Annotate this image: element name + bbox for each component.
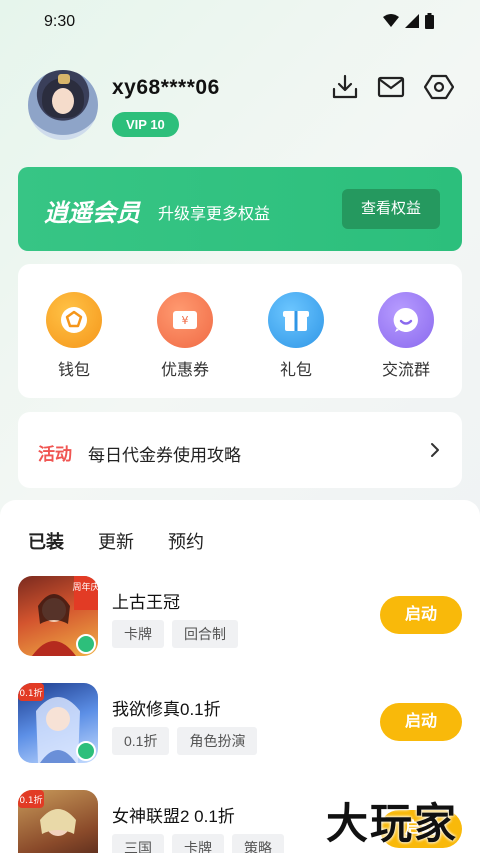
tab-updates[interactable]: 更新 (98, 528, 134, 554)
banner-subtitle: 升级享更多权益 (158, 206, 271, 223)
game-icon-badge-text: 0.1折 (19, 794, 42, 806)
launch-button[interactable]: 启动 (380, 596, 462, 634)
quick-item-label: 优惠券 (160, 362, 209, 379)
game-tag: 卡牌 (172, 834, 224, 853)
banner-title: 逍遥会员 (44, 200, 140, 227)
game-tags: 0.1折 角色扮演 (112, 727, 258, 755)
quick-item-label: 钱包 (57, 362, 90, 379)
game-item[interactable]: 0.1折 我欲修真0.1折 0.1折 角色扮演 启动 (18, 683, 462, 763)
chat-icon (378, 292, 434, 348)
game-tags: 三国 卡牌 策略 (112, 834, 284, 853)
status-bar: 9:30 (0, 0, 480, 46)
game-name: 我欲修真0.1折 (112, 700, 221, 719)
installed-badge (76, 634, 96, 654)
wifi-icon (383, 14, 399, 27)
activity-row[interactable]: 活动 每日代金券使用攻略 (18, 412, 462, 488)
svg-text:¥: ¥ (182, 314, 189, 327)
watermark-logo: 大玩家 (326, 799, 459, 848)
status-time: 9:30 (44, 13, 76, 30)
game-icon[interactable]: 0.1折 (18, 790, 98, 853)
quick-item-coupon[interactable]: ¥ 优惠券 (140, 292, 230, 380)
game-tag: 角色扮演 (177, 727, 258, 755)
coupon-icon: ¥ (157, 292, 213, 348)
membership-banner[interactable]: 逍遥会员 升级享更多权益 查看权益 (18, 167, 462, 251)
quick-actions: 钱包 ¥ 优惠券 礼包 交流群 (18, 264, 462, 398)
avatar[interactable] (28, 70, 98, 140)
game-item[interactable]: 周年庆 上古王冠 卡牌 回合制 启动 (18, 576, 462, 656)
installed-badge (76, 741, 96, 761)
battery-icon (425, 13, 434, 29)
game-tags: 卡牌 回合制 (112, 620, 238, 648)
game-icon-badge-text: 周年庆 (72, 581, 98, 593)
signal-icon (405, 14, 419, 28)
vip-badge[interactable]: VIP 10 (112, 112, 179, 137)
game-icon-badge-text: 0.1折 (19, 687, 42, 699)
quick-item-label: 交流群 (381, 362, 430, 379)
game-name: 上古王冠 (112, 593, 180, 612)
username: xy68****06 (112, 76, 220, 99)
activity-tag: 活动 (38, 445, 72, 464)
download-icon[interactable] (330, 72, 360, 102)
gift-icon (268, 292, 324, 348)
game-tag: 卡牌 (112, 620, 164, 648)
launch-button[interactable]: 启动 (380, 703, 462, 741)
game-tag: 0.1折 (112, 727, 170, 755)
settings-hexagon-icon[interactable] (424, 72, 454, 102)
wallet-icon (46, 292, 102, 348)
game-icon[interactable]: 周年庆 (18, 576, 98, 656)
quick-item-label: 礼包 (279, 362, 312, 379)
quick-item-chat[interactable]: 交流群 (361, 292, 451, 380)
quick-item-gift[interactable]: 礼包 (251, 292, 341, 380)
game-icon[interactable]: 0.1折 (18, 683, 98, 763)
tab-installed[interactable]: 已装 (28, 528, 64, 557)
quick-item-wallet[interactable]: 钱包 (29, 292, 119, 380)
game-name: 女神联盟2 0.1折 (112, 807, 235, 826)
game-tag: 回合制 (172, 620, 238, 648)
activity-text: 每日代金券使用攻略 (88, 446, 241, 465)
tab-reserved[interactable]: 预约 (168, 528, 204, 554)
view-benefits-button[interactable]: 查看权益 (342, 189, 440, 229)
mail-icon[interactable] (376, 72, 406, 102)
game-tag: 策略 (232, 834, 284, 853)
game-tag: 三国 (112, 834, 164, 853)
status-icons (383, 13, 434, 29)
chevron-right-icon (431, 443, 439, 457)
game-tabs: 已装 更新 预约 (28, 528, 204, 557)
